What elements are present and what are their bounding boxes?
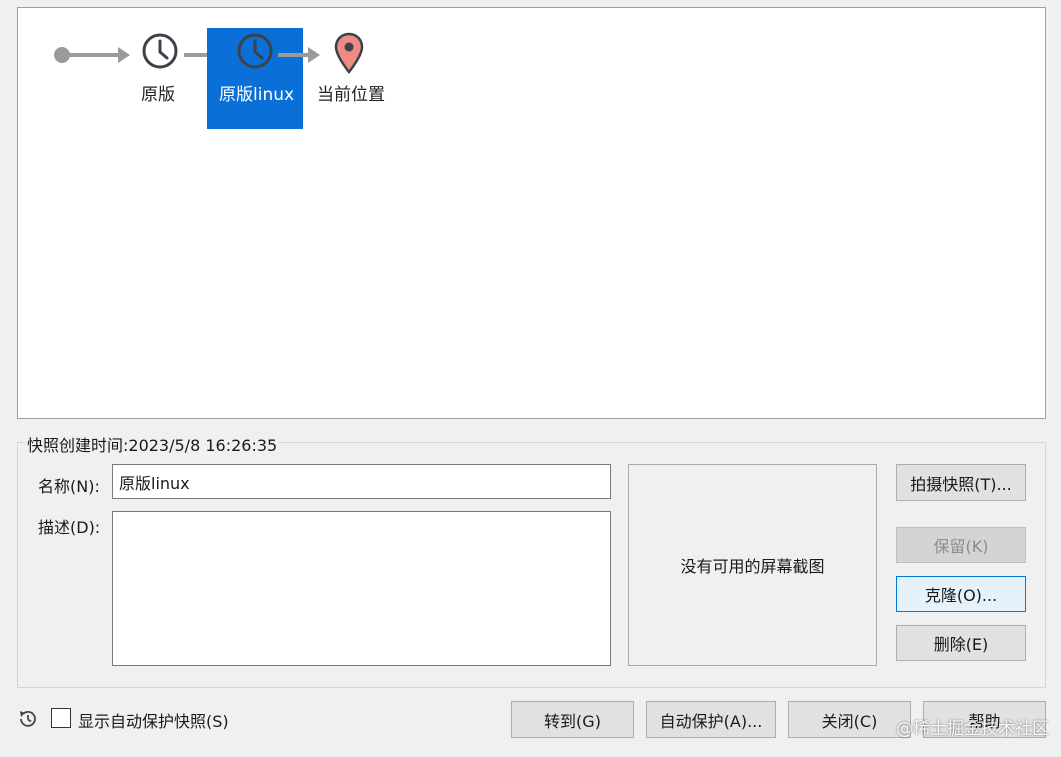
clock-icon bbox=[142, 33, 178, 69]
history-clock-icon bbox=[20, 710, 36, 727]
name-input[interactable] bbox=[112, 464, 611, 499]
clock-icon bbox=[237, 33, 273, 69]
snapshot-created-time: 快照创建时间:2023/5/8 16:26:35 bbox=[25, 432, 280, 456]
no-screenshot-text: 没有可用的屏幕截图 bbox=[680, 557, 825, 576]
show-autoprotect-label[interactable]: 显示自动保护快照(S) bbox=[78, 708, 229, 732]
description-label: 描述(D): bbox=[38, 518, 101, 537]
name-label: 名称(N): bbox=[38, 477, 100, 496]
take-snapshot-button[interactable]: 拍摄快照(T)... bbox=[896, 464, 1026, 501]
snapshot-node-label: 原版 bbox=[141, 85, 175, 105]
snapshot-node-current[interactable]: 当前位置 bbox=[314, 32, 394, 112]
tree-start-connector bbox=[54, 47, 130, 63]
watermark: @稀土掘金技术社区 bbox=[896, 719, 1049, 739]
delete-button[interactable]: 删除(E) bbox=[896, 625, 1026, 661]
goto-button[interactable]: 转到(G) bbox=[511, 701, 634, 738]
clone-button[interactable]: 克隆(O)... bbox=[896, 576, 1026, 612]
location-pin-icon bbox=[334, 32, 364, 74]
snapshot-node-original[interactable]: 原版 bbox=[131, 32, 189, 112]
snapshot-node-label: 当前位置 bbox=[317, 85, 385, 105]
description-textarea[interactable] bbox=[112, 511, 611, 666]
show-autoprotect-checkbox[interactable] bbox=[51, 708, 71, 728]
snapshot-tree-panel[interactable]: 原版 原版linux 当前位置 bbox=[17, 7, 1046, 419]
snapshot-node-label: 原版linux bbox=[219, 85, 295, 105]
close-button[interactable]: 关闭(C) bbox=[788, 701, 911, 738]
screenshot-preview: 没有可用的屏幕截图 bbox=[628, 464, 877, 666]
autoprotect-button[interactable]: 自动保护(A)... bbox=[646, 701, 776, 738]
keep-button[interactable]: 保留(K) bbox=[896, 527, 1026, 563]
